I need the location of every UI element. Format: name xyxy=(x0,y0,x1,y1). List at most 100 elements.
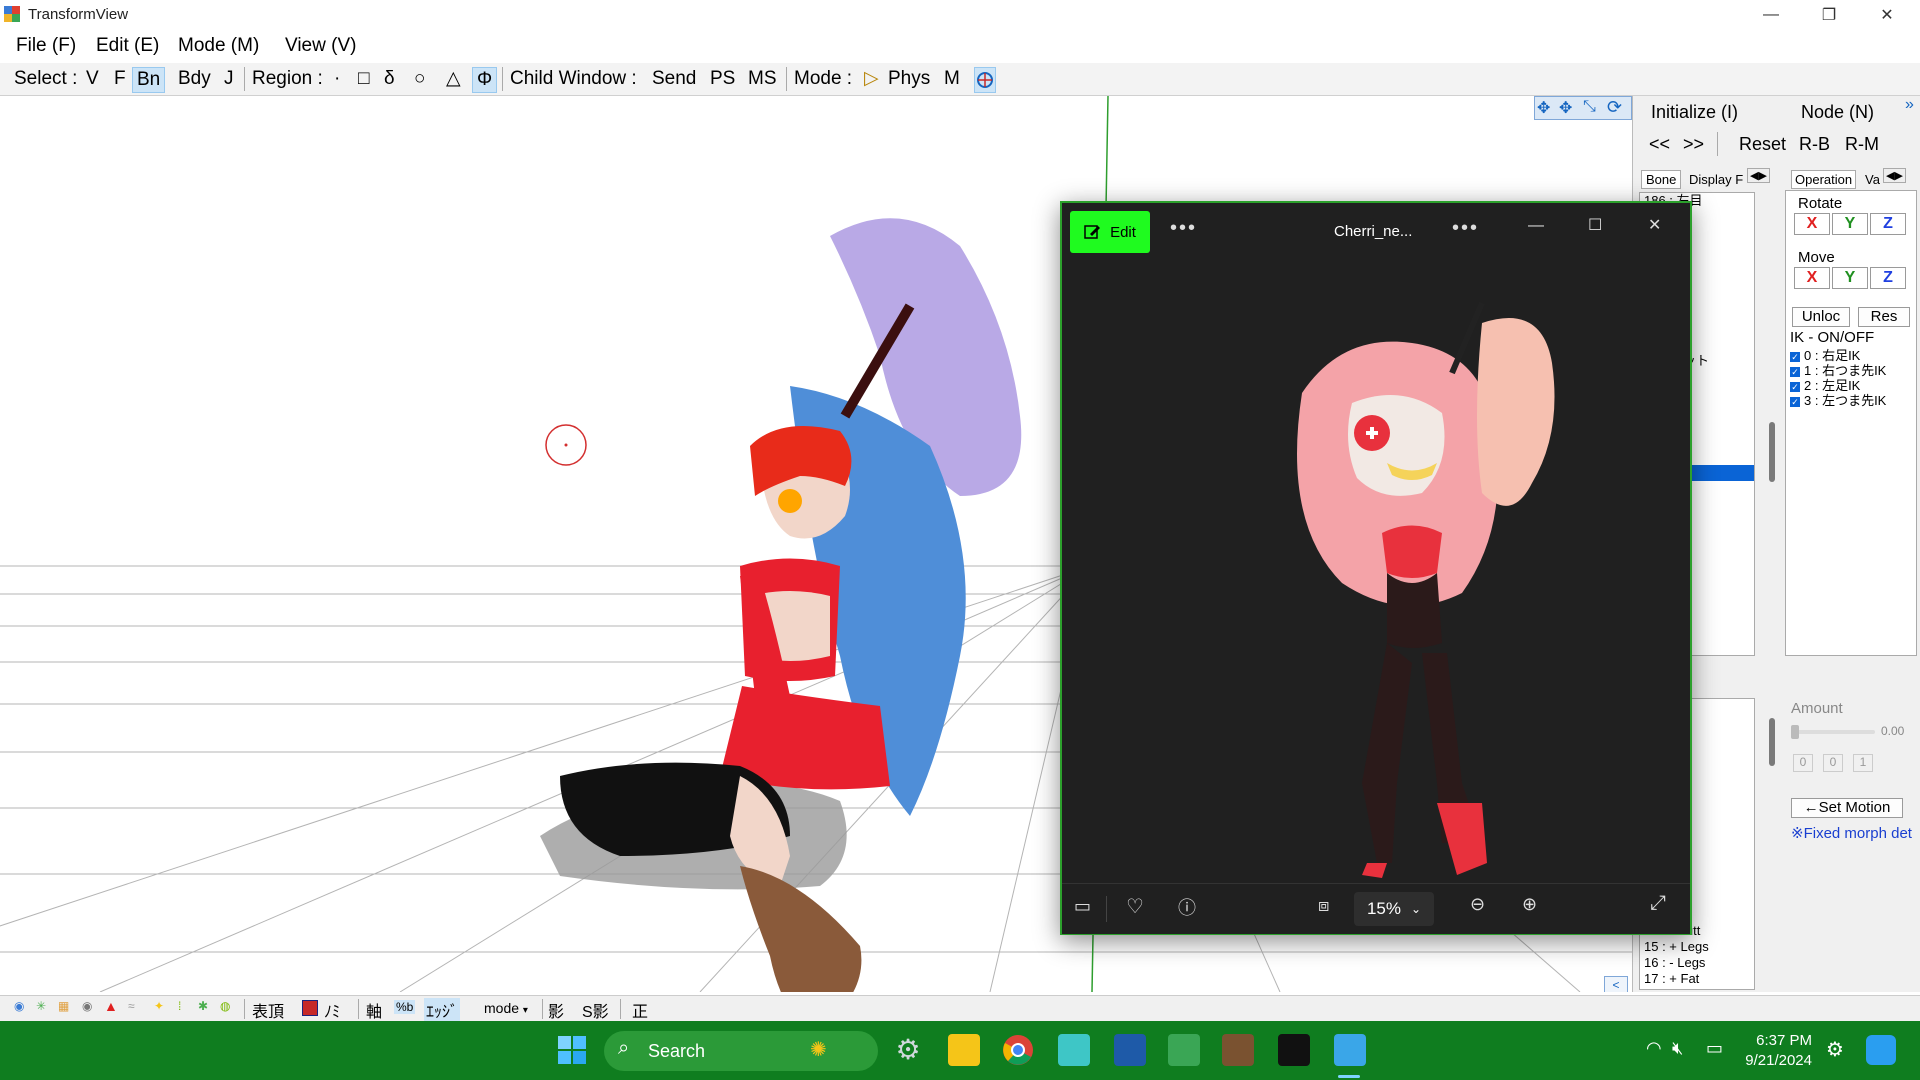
settings-icon[interactable]: ⚙ xyxy=(892,1034,924,1066)
toggle-front[interactable]: 正 xyxy=(632,998,648,1022)
menu-view[interactable]: View (V) xyxy=(285,35,356,57)
region-rect[interactable]: □ xyxy=(354,67,373,91)
move-x-button[interactable]: X xyxy=(1794,267,1830,289)
actual-size-icon[interactable]: ⧈ xyxy=(1318,895,1329,916)
app-icon[interactable] xyxy=(1114,1034,1146,1066)
move-view-icon[interactable]: ✥ xyxy=(1537,98,1550,118)
checkbox-icon[interactable]: ✓ xyxy=(1790,397,1800,407)
color-wheel-icon[interactable] xyxy=(974,67,996,93)
wire-toggle-icon[interactable]: ≈ xyxy=(128,999,135,1013)
joint-toggle-icon[interactable]: ✱ xyxy=(198,999,208,1013)
photos-icon[interactable] xyxy=(1334,1034,1366,1066)
mode-dropdown[interactable]: mode ▾ xyxy=(484,1000,528,1016)
rotate-x-button[interactable]: X xyxy=(1794,213,1830,235)
zoom-in-icon[interactable]: ⊕ xyxy=(1522,894,1537,915)
system-clock[interactable]: 6:37 PM 9/21/2024 xyxy=(1745,1031,1812,1071)
zoom-view-icon[interactable]: ⤡ xyxy=(1583,98,1596,116)
chrome-icon[interactable] xyxy=(1002,1034,1034,1066)
physics-toggle-icon[interactable]: ◍ xyxy=(220,999,230,1013)
select-bone[interactable]: Bn xyxy=(132,67,166,93)
more-options-icon[interactable]: ••• xyxy=(1170,217,1197,240)
ik-item[interactable]: ✓ 1 : 右つま先IK xyxy=(1790,360,1910,378)
child-ms[interactable]: MS xyxy=(744,67,781,91)
node-menu[interactable]: Node (N) xyxy=(1801,102,1874,123)
initialize-menu[interactable]: Initialize (I) xyxy=(1651,102,1738,123)
rigid-toggle-icon[interactable]: ⁞ xyxy=(178,999,181,1013)
wifi-icon[interactable]: ◠ xyxy=(1646,1038,1662,1059)
vertex-toggle-icon[interactable]: ◉ xyxy=(14,999,24,1013)
zoom-out-icon[interactable]: ⊖ xyxy=(1470,894,1485,915)
toggle-self-shadow[interactable]: S影 xyxy=(582,998,609,1022)
zoom-dropdown[interactable]: 15% ⌄ xyxy=(1354,892,1434,926)
normal-toggle-icon[interactable]: %b xyxy=(394,1000,416,1014)
morph-list-item[interactable]: 16 : - Legs xyxy=(1640,955,1754,971)
toggle-edge[interactable]: ｴｯｼﾞ xyxy=(424,998,461,1022)
prev-frame-button[interactable]: << xyxy=(1649,134,1670,155)
next-frame-button[interactable]: >> xyxy=(1683,134,1704,155)
minimize-icon[interactable]: — xyxy=(1742,0,1800,29)
child-send[interactable]: Send xyxy=(648,67,700,91)
select-face[interactable]: F xyxy=(110,67,130,91)
weather-icon[interactable] xyxy=(1866,1035,1896,1065)
morph-list-scrollbar[interactable] xyxy=(1765,698,1779,988)
tab-display[interactable]: Display F xyxy=(1689,172,1743,187)
triangle-toggle-icon[interactable]: ▲ xyxy=(104,998,118,1014)
tab-scroll-right-icon[interactable]: ◀▶ xyxy=(1883,168,1906,183)
rm-button[interactable]: R-M xyxy=(1845,134,1879,155)
taskbar-search[interactable]: ⌕ Search ✺ xyxy=(604,1031,878,1071)
reset-small-button[interactable]: Res xyxy=(1858,307,1910,327)
texture-toggle-icon[interactable]: ▦ xyxy=(58,999,69,1013)
region-triangle[interactable]: △ xyxy=(442,67,465,91)
edit-button[interactable]: Edit xyxy=(1070,211,1150,253)
rb-button[interactable]: R-B xyxy=(1799,134,1830,155)
select-joint[interactable]: J xyxy=(220,67,238,91)
volume-muted-icon[interactable]: 🔇︎ xyxy=(1672,1038,1683,1059)
select-body[interactable]: Bdy xyxy=(174,67,215,91)
restore-icon[interactable]: ❐ xyxy=(1800,0,1858,29)
collapse-icon[interactable]: < xyxy=(1604,976,1628,992)
light-toggle-icon[interactable]: ✦ xyxy=(154,999,164,1013)
battery-icon[interactable]: ▭ xyxy=(1706,1038,1723,1059)
rotate-view-icon[interactable]: ⟳ xyxy=(1607,97,1622,118)
mode-phys[interactable]: Phys xyxy=(884,67,934,91)
notifications-icon[interactable]: ⚙ xyxy=(1826,1037,1844,1062)
ibispaint-icon[interactable] xyxy=(1278,1034,1310,1066)
file-options-icon[interactable]: ••• xyxy=(1452,217,1479,240)
favorite-heart-icon[interactable]: ♡ xyxy=(1126,894,1144,919)
toggle-axis[interactable]: 軸 xyxy=(366,998,382,1022)
mode-m[interactable]: M xyxy=(940,67,964,91)
toggle-shadow[interactable]: 影 xyxy=(548,998,564,1022)
region-circle[interactable]: ○ xyxy=(410,67,429,91)
tab-operation[interactable]: Operation xyxy=(1791,170,1857,189)
close-icon[interactable]: ✕ xyxy=(1858,0,1916,29)
expand-icon[interactable]: » xyxy=(1905,96,1914,114)
rotate-z-button[interactable]: Z xyxy=(1870,213,1906,235)
material-toggle-icon[interactable]: ✳ xyxy=(36,999,46,1013)
creeper-icon[interactable] xyxy=(1168,1034,1200,1066)
ik-item[interactable]: ✓ 3 : 左つま先IK xyxy=(1790,390,1910,408)
region-phi[interactable]: Φ xyxy=(472,67,498,93)
close-icon[interactable]: ✕ xyxy=(1648,215,1661,235)
amount-slider[interactable] xyxy=(1791,725,1875,739)
amount-one-button[interactable]: 1 xyxy=(1853,754,1873,772)
rotate-y-button[interactable]: Y xyxy=(1832,213,1868,235)
region-delta[interactable]: δ xyxy=(380,67,399,91)
bone-toggle-icon[interactable]: ◉ xyxy=(82,999,92,1013)
tab-scroll-left-icon[interactable]: ◀▶ xyxy=(1747,168,1770,183)
amount-zero-button[interactable]: 0 xyxy=(1793,754,1813,772)
move-view-xy-icon[interactable]: ✥ xyxy=(1559,98,1572,118)
tab-va[interactable]: Va xyxy=(1865,172,1880,187)
info-icon[interactable]: ⓘ xyxy=(1178,894,1196,920)
morph-list-item[interactable]: 15 : + Legs xyxy=(1640,939,1754,955)
amount-zero-button-2[interactable]: 0 xyxy=(1823,754,1843,772)
windows-start-icon[interactable] xyxy=(556,1034,588,1066)
move-z-button[interactable]: Z xyxy=(1870,267,1906,289)
menu-file[interactable]: File (F) xyxy=(16,35,76,57)
morph-list-item[interactable]: 17 : + Fat xyxy=(1640,971,1754,987)
toggle-surface[interactable]: 表頂 xyxy=(252,998,284,1022)
maximize-icon[interactable]: ☐ xyxy=(1588,215,1602,235)
fullscreen-icon[interactable]: ⤢ xyxy=(1650,892,1666,915)
file-explorer-icon[interactable] xyxy=(948,1034,980,1066)
filmstrip-icon[interactable]: ▭ xyxy=(1074,896,1091,917)
child-ps[interactable]: PS xyxy=(706,67,739,91)
